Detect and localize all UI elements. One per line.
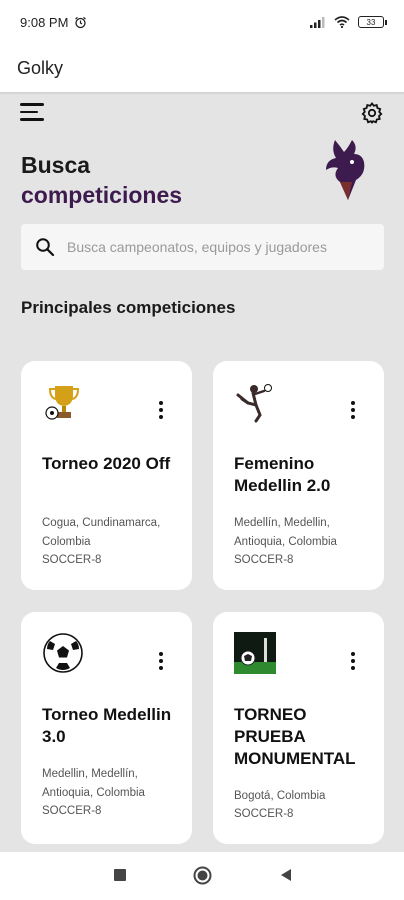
competition-card[interactable]: Torneo Medellin 3.0 Medellin, Medellín, … (21, 612, 192, 844)
competition-location: Medellín, Medellin, Antioquia, Colombia (234, 517, 337, 548)
page-title-line2: competiciones (21, 182, 183, 208)
search-input[interactable] (67, 239, 367, 255)
competition-card[interactable]: Torneo 2020 Off Cogua, Cundinamarca, Col… (21, 361, 192, 590)
competition-location: Cogua, Cundinamarca, Colombia (42, 517, 161, 548)
status-bar: 9:08 PM 33 (0, 0, 404, 44)
app-bar-divider (0, 92, 404, 95)
battery-level: 33 (366, 17, 376, 27)
competition-title: Torneo 2020 Off (42, 454, 171, 473)
battery-icon: 33 (358, 16, 387, 28)
more-options-icon[interactable] (349, 401, 357, 421)
search-bar[interactable] (21, 224, 384, 270)
gear-icon[interactable] (360, 101, 384, 125)
more-options-icon[interactable] (157, 401, 165, 421)
page-title-line1: Busca (21, 152, 91, 178)
golky-logo-icon (326, 140, 365, 200)
soccer-ball-icon (43, 633, 83, 673)
alarm-icon (75, 16, 87, 28)
competition-title: TORNEO PRUEBA MONUMENTAL (234, 705, 356, 768)
competition-location: Medellin, Medellín, Antioquia, Colombia (42, 768, 145, 799)
competition-type: SOCCER-8 (42, 554, 102, 566)
app-title: Golky (17, 57, 64, 78)
status-time: 9:08 PM (20, 14, 69, 30)
more-options-icon[interactable] (157, 652, 165, 672)
recent-apps-icon[interactable] (113, 868, 127, 882)
signal-icon (310, 17, 325, 28)
competition-type: SOCCER-8 (234, 554, 294, 566)
wifi-icon (334, 16, 350, 28)
menu-icon[interactable] (20, 103, 44, 123)
system-nav-bar (0, 852, 404, 900)
app-bar: Golky (0, 44, 404, 92)
section-title: Principales competiciones (21, 298, 236, 317)
competition-type: SOCCER-8 (42, 805, 102, 817)
competition-card[interactable]: TORNEO PRUEBA MONUMENTAL Bogotá, Colombi… (213, 612, 384, 844)
stadium-photo-icon (234, 632, 276, 674)
competition-title: Femenino Medellin 2.0 (234, 454, 331, 495)
competition-card[interactable]: Femenino Medellin 2.0 Medellín, Medellin… (213, 361, 384, 590)
page-title: Busca competiciones (21, 150, 182, 210)
more-options-icon[interactable] (349, 652, 357, 672)
back-icon[interactable] (279, 868, 293, 882)
competition-title: Torneo Medellin 3.0 (42, 705, 172, 746)
home-icon[interactable] (193, 866, 212, 885)
trophy-icon (45, 386, 80, 420)
competition-location: Bogotá, Colombia (234, 790, 326, 802)
player-icon (236, 384, 272, 423)
competition-type: SOCCER-8 (234, 808, 294, 820)
search-icon (36, 238, 55, 257)
